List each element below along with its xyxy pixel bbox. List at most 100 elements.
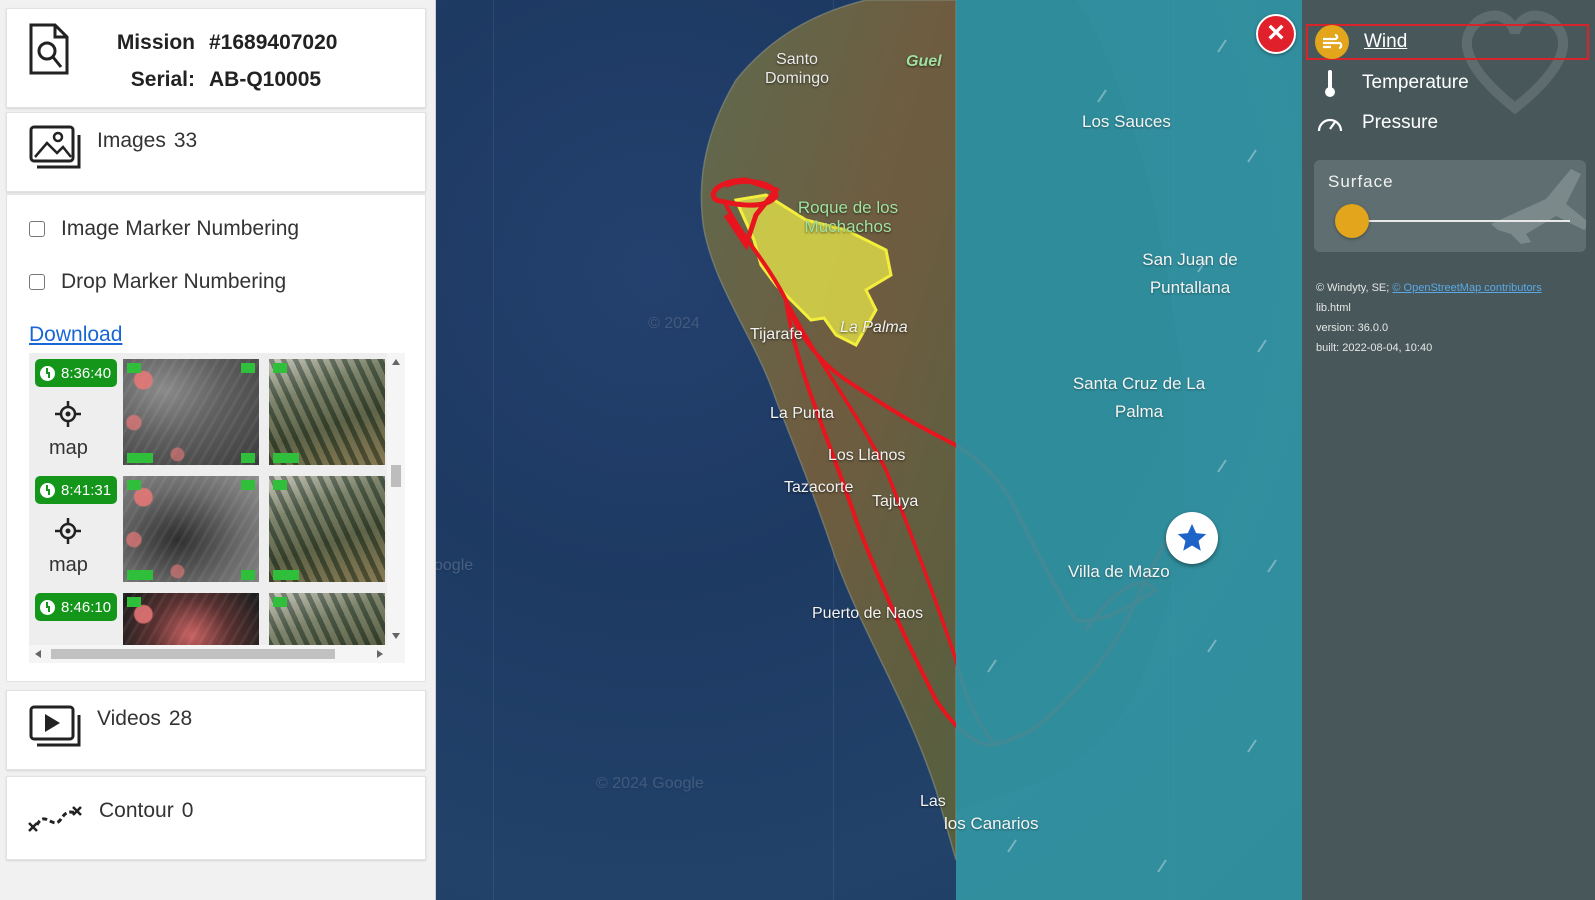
videos-section-title: Videos 28 <box>97 707 192 731</box>
place-label: Puerto de Naos <box>812 605 924 622</box>
place-label: Villa de Mazo <box>1068 562 1170 581</box>
image-marker-numbering-label: Image Marker Numbering <box>61 217 300 240</box>
altitude-selector: Surface <box>1314 160 1586 252</box>
mission-card: Mission #1689407020 Serial: AB-Q10005 <box>6 8 426 108</box>
image-marker-numbering-option[interactable]: Image Marker Numbering <box>29 217 299 241</box>
map-view[interactable]: Santo Domingo Guel Roque de los Muchacho… <box>436 0 1302 900</box>
osm-link[interactable]: © OpenStreetMap contributors <box>1392 282 1541 294</box>
credits-copyright: © Windyty, SE; <box>1316 282 1390 294</box>
videos-section-header[interactable]: Videos 28 <box>6 690 426 770</box>
place-label: Guel <box>906 53 942 70</box>
clock-icon <box>40 482 55 498</box>
videos-label: Videos <box>97 707 161 730</box>
gallery-row: 8:41:31 map <box>29 470 385 587</box>
credits-lib: lib.html <box>1316 302 1351 314</box>
windy-credits: © Windyty, SE; © OpenStreetMap contribut… <box>1316 278 1542 358</box>
altitude-slider-handle[interactable] <box>1335 204 1369 238</box>
scroll-thumb[interactable] <box>391 465 401 487</box>
windy-layer-panel: Wind Temperature Pressure Surface © Wind… <box>1302 0 1595 900</box>
mission-row: Mission #1689407020 <box>107 31 338 55</box>
time-badge: 8:46:10 <box>35 593 117 621</box>
gauge-icon <box>1317 118 1343 132</box>
images-icon <box>29 125 81 169</box>
thermometer-icon <box>1325 70 1335 97</box>
place-label: Santo Domingo <box>764 51 830 87</box>
surface-label: Surface <box>1328 172 1394 191</box>
crosshair-icon[interactable] <box>55 518 81 544</box>
crosshair-icon[interactable] <box>55 401 81 427</box>
layer-pressure-label: Pressure <box>1362 112 1439 133</box>
left-panel: Mission #1689407020 Serial: AB-Q10005 Imag… <box>0 0 436 900</box>
layer-wind[interactable]: Wind <box>1306 24 1589 60</box>
serial-value: AB-Q10005 <box>209 68 322 91</box>
map-watermark: © 2024 Google <box>596 775 704 792</box>
airplane-icon <box>1491 169 1586 244</box>
images-section-title: Images 33 <box>97 129 197 153</box>
time-badge: 8:36:40 <box>35 359 117 387</box>
place-label: Tazacorte <box>784 479 854 496</box>
scroll-left-arrow-icon[interactable] <box>35 650 41 658</box>
place-label: San Juan de Puntallana <box>1142 250 1238 297</box>
place-label: Las <box>920 793 946 810</box>
download-link[interactable]: Download <box>29 323 122 347</box>
document-search-icon <box>29 23 69 75</box>
contour-section-title: Contour 0 <box>99 799 193 823</box>
drop-marker-numbering-label: Drop Marker Numbering <box>61 270 287 293</box>
thermal-image-thumbnail[interactable] <box>123 359 259 465</box>
scroll-right-arrow-icon[interactable] <box>377 650 383 658</box>
place-label: Los Llanos <box>828 447 906 464</box>
place-label: La Punta <box>770 405 835 422</box>
place-label: Tajuya <box>872 493 919 510</box>
gallery-row: 8:36:40 map <box>29 353 385 470</box>
time-badge: 8:41:31 <box>35 476 117 504</box>
time-label: 8:41:31 <box>61 481 112 499</box>
contour-section-header[interactable]: Contour 0 <box>6 776 426 860</box>
images-count: 33 <box>173 129 198 152</box>
scroll-thumb[interactable] <box>51 649 335 659</box>
place-label: Roque de los Muchachos <box>797 198 899 236</box>
layer-pressure[interactable]: Pressure <box>1312 106 1588 140</box>
thermal-image-thumbnail[interactable] <box>123 476 259 582</box>
time-label: 8:46:10 <box>61 598 112 616</box>
image-marker-numbering-checkbox[interactable] <box>29 221 45 237</box>
map-watermark: © 2024 <box>648 315 700 332</box>
scroll-down-arrow-icon[interactable] <box>392 633 400 639</box>
star-marker-icon[interactable] <box>1166 512 1218 564</box>
credits-built: built: 2022-08-04, 10:40 <box>1316 342 1433 354</box>
close-button[interactable]: × <box>1256 14 1296 54</box>
images-section-header[interactable]: Images 33 <box>6 112 426 192</box>
gallery-vertical-scrollbar[interactable] <box>387 353 405 645</box>
video-play-icon <box>29 705 81 747</box>
rgb-image-thumbnail[interactable] <box>269 476 385 582</box>
wind-icon <box>1315 25 1349 59</box>
serial-row: Serial: AB-Q10005 <box>107 68 321 92</box>
clock-icon <box>40 599 55 615</box>
layer-temperature-label: Temperature <box>1362 72 1469 93</box>
gallery-horizontal-scrollbar[interactable] <box>29 645 405 663</box>
contour-label: Contour <box>99 799 174 822</box>
place-label: los Canarios <box>944 814 1039 833</box>
mission-id: #1689407020 <box>209 31 338 54</box>
scroll-up-arrow-icon[interactable] <box>392 359 400 365</box>
drop-marker-numbering-option[interactable]: Drop Marker Numbering <box>29 270 286 294</box>
image-gallery: 8:36:40 map 8:41:31 map 8:46:10 <box>29 353 405 663</box>
contour-path-icon <box>28 806 82 832</box>
altitude-slider-track[interactable] <box>1340 220 1570 222</box>
time-label: 8:36:40 <box>61 364 112 382</box>
map-link[interactable]: map <box>49 554 88 577</box>
rgb-image-thumbnail[interactable] <box>269 359 385 465</box>
map-link[interactable]: map <box>49 437 88 460</box>
contour-count: 0 <box>181 799 194 822</box>
serial-label: Serial: <box>130 68 195 91</box>
layer-wind-label: Wind <box>1364 31 1408 52</box>
credits-version: version: 36.0.0 <box>1316 322 1389 334</box>
place-label: Los Sauces <box>1082 112 1171 131</box>
mission-label: Mission <box>116 31 195 54</box>
layer-temperature[interactable]: Temperature <box>1312 66 1588 100</box>
map-watermark: oogle <box>436 557 474 574</box>
place-label: Santa Cruz de La Palma <box>1072 374 1206 421</box>
clock-icon <box>40 365 55 381</box>
videos-count: 28 <box>168 707 193 730</box>
images-label: Images <box>97 129 166 152</box>
drop-marker-numbering-checkbox[interactable] <box>29 274 45 290</box>
